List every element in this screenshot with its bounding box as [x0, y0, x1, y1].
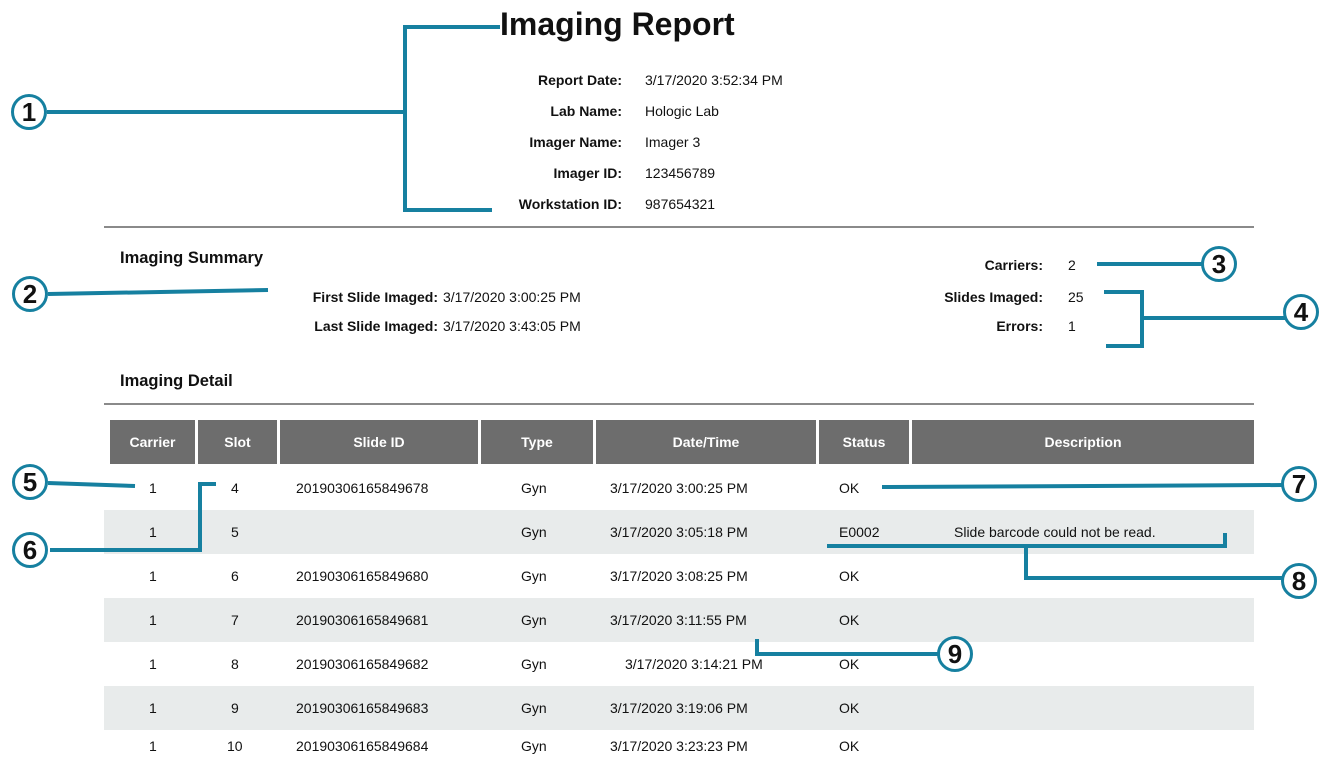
- callout-5: 5: [12, 464, 48, 500]
- callout-line-8: [827, 533, 1227, 548]
- callout-line-8-stem: [1024, 546, 1283, 580]
- callout-8: 8: [1281, 563, 1317, 599]
- callout-lines: [47, 25, 1285, 656]
- callout-line-2: [47, 288, 269, 296]
- callout-1: 1: [11, 94, 47, 130]
- callout-line-7: [881, 483, 1284, 489]
- callout-9: 9: [937, 636, 973, 672]
- callout-line-5: [47, 481, 136, 488]
- callout-7: 7: [1281, 466, 1317, 502]
- callout-line-6: [50, 482, 216, 552]
- callout-line-4: [1104, 290, 1144, 348]
- callout-2: 2: [12, 276, 48, 312]
- callout-line-1: [403, 25, 500, 212]
- callout-3: 3: [1201, 246, 1237, 282]
- callout-line-9: [755, 639, 938, 656]
- callout-6: 6: [12, 532, 48, 568]
- callout-4: 4: [1283, 294, 1319, 330]
